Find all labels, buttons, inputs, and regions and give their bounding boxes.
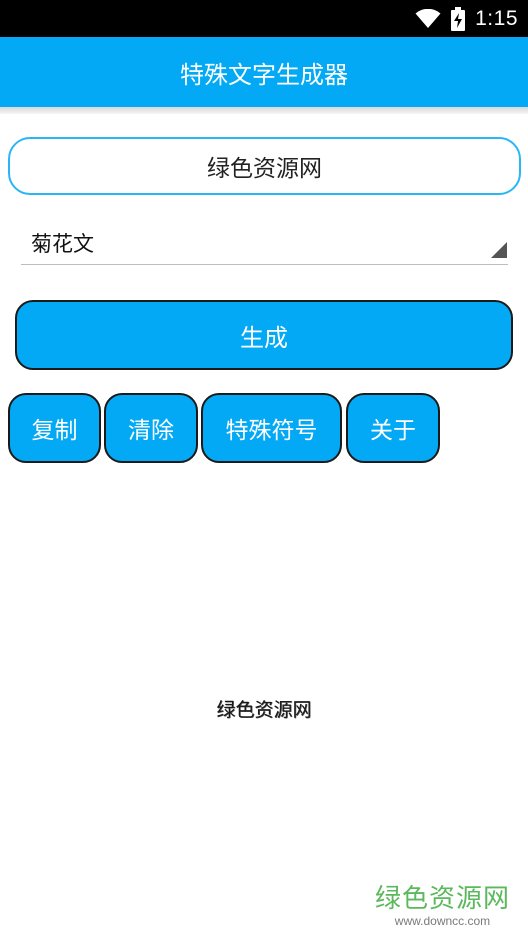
dropdown-triangle-icon [491, 242, 507, 262]
copy-button-label: 复制 [31, 418, 78, 444]
status-bar: 1:15 [0, 0, 528, 37]
app-bar-shadow [0, 107, 528, 114]
copy-button[interactable]: 复制 [8, 393, 101, 463]
generate-button-label: 生成 [240, 323, 288, 352]
clear-button[interactable]: 清除 [104, 393, 198, 463]
battery-charging-icon [451, 6, 466, 31]
watermark-title: 绿色资源网 [374, 884, 510, 914]
special-symbols-button[interactable]: 特殊符号 [201, 393, 342, 463]
status-time: 1:15 [475, 6, 518, 30]
wifi-icon [415, 8, 441, 29]
style-select[interactable]: 菊花文 [21, 222, 508, 265]
watermark-logo: 绿色资源网 www.downcc.com [375, 884, 510, 928]
about-button-label: 关于 [370, 418, 416, 444]
text-input-value: 绿色资源网 [207, 156, 322, 182]
watermark-url: www.downcc.com [394, 914, 491, 928]
generate-button[interactable]: 生成 [15, 300, 513, 370]
text-input[interactable]: 绿色资源网 [8, 137, 521, 195]
clear-button-label: 清除 [128, 418, 174, 444]
special-symbols-button-label: 特殊符号 [225, 418, 318, 444]
about-button[interactable]: 关于 [346, 393, 440, 463]
result-output-text: 绿色资源网 [216, 698, 312, 721]
style-select-value: 菊花文 [31, 232, 94, 256]
app-bar: 特殊文字生成器 [0, 37, 528, 107]
result-output: 绿色资源网 [0, 693, 528, 723]
app-title: 特殊文字生成器 [180, 60, 348, 89]
